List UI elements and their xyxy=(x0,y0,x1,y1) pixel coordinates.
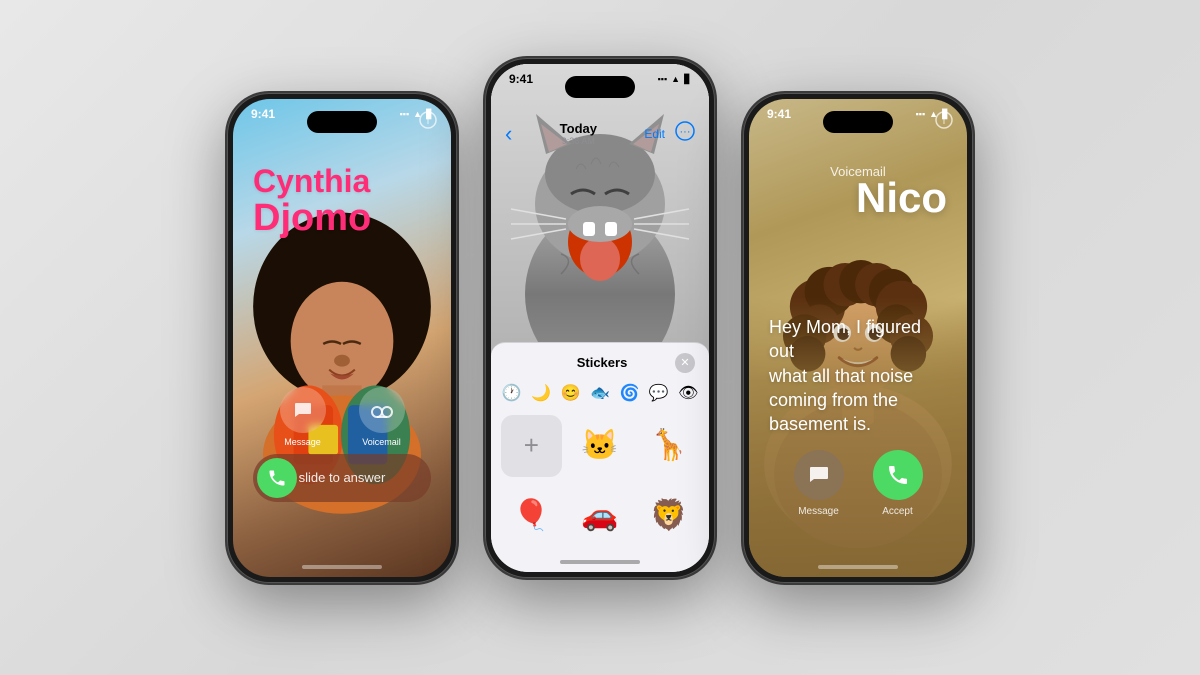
status-time-3: 9:41 xyxy=(767,107,791,121)
message-circle-3[interactable] xyxy=(794,450,844,500)
phones-container: 9:41 ▪▪▪ ▲ ▊ Cynthia Djomo xyxy=(207,58,993,618)
svg-text:···: ··· xyxy=(680,126,691,138)
stickers-categories: 🕐 🌙 😊 🐟 🌀 💬 👁 xyxy=(491,379,709,415)
category-swirl[interactable]: 🌀 xyxy=(619,379,640,407)
message-line-2: what all that noise xyxy=(769,366,913,386)
info-button-3[interactable]: i xyxy=(935,111,953,134)
dynamic-island-3 xyxy=(823,111,893,133)
accept-btn-label: Accept xyxy=(882,506,913,517)
category-bubble[interactable]: 💬 xyxy=(648,379,669,407)
status-time-2: 9:41 xyxy=(509,72,533,86)
voicemail-message-text: Hey Mom, I figured out what all that noi… xyxy=(769,315,947,436)
voicemail-contact-name: Nico xyxy=(856,174,947,222)
nav-subtitle: 9:38 AM xyxy=(562,136,595,146)
category-smile[interactable]: 😊 xyxy=(560,379,581,407)
edit-button[interactable]: Edit xyxy=(644,127,665,141)
home-indicator-3 xyxy=(818,565,898,569)
status-icons-2: ▪▪▪ ▲ ▊ xyxy=(658,74,691,85)
stickers-header: Stickers ✕ xyxy=(491,343,709,379)
phone-2-screen: 9:41 ▪▪▪ ▲ ▊ xyxy=(491,64,709,572)
voicemail-message-btn[interactable]: Message xyxy=(794,450,844,517)
category-night[interactable]: 🌙 xyxy=(530,379,551,407)
voicemail-action-btn[interactable]: Voicemail xyxy=(359,387,405,447)
phone-1-screen: 9:41 ▪▪▪ ▲ ▊ Cynthia Djomo xyxy=(233,99,451,577)
svg-text:i: i xyxy=(943,116,945,127)
category-recent[interactable]: 🕐 xyxy=(501,379,522,407)
message-line-1: Hey Mom, I figured out xyxy=(769,317,921,361)
home-indicator-2 xyxy=(560,560,640,564)
battery-icon-2: ▊ xyxy=(684,74,691,85)
contact-first-name: Cynthia xyxy=(253,164,431,199)
message-line-3: coming from the xyxy=(769,390,898,410)
dynamic-island-2 xyxy=(565,76,635,98)
voicemail-message-area: Hey Mom, I figured out what all that noi… xyxy=(769,315,947,436)
message-circle[interactable] xyxy=(280,387,326,433)
call-action-buttons: Message Voicemail xyxy=(233,387,451,447)
category-fish[interactable]: 🐟 xyxy=(589,379,610,407)
contact-last-name: Djomo xyxy=(253,199,431,237)
sticker-giraffe[interactable]: 🦒 xyxy=(638,415,699,477)
contact-name-area: Cynthia Djomo xyxy=(233,164,451,237)
sticker-cat[interactable]: 🐱 xyxy=(570,415,631,477)
sticker-lion[interactable]: 🦁 xyxy=(638,485,699,547)
voicemail-action-buttons: Message Accept xyxy=(749,450,967,517)
slide-to-answer-bar[interactable]: slide to answer xyxy=(253,454,431,502)
slide-to-answer-text: slide to answer xyxy=(297,470,387,485)
phone-1-incoming-call: 9:41 ▪▪▪ ▲ ▊ Cynthia Djomo xyxy=(227,93,457,583)
voicemail-label: Voicemail xyxy=(362,437,401,447)
message-label: Message xyxy=(284,437,321,447)
signal-icon-2: ▪▪▪ xyxy=(658,74,668,84)
stickers-close-button[interactable]: ✕ xyxy=(675,353,695,373)
stickers-title: Stickers xyxy=(529,355,675,370)
signal-icon: ▪▪▪ xyxy=(400,109,410,119)
close-icon: ✕ xyxy=(680,356,689,369)
sticker-car[interactable]: 🚗 xyxy=(570,485,631,547)
stickers-panel: Stickers ✕ 🕐 🌙 😊 🐟 🌀 💬 👁 xyxy=(491,342,709,572)
back-button[interactable]: ‹ xyxy=(505,121,512,147)
status-time-1: 9:41 xyxy=(251,107,275,121)
add-sticker-button[interactable]: + xyxy=(501,415,562,477)
answer-phone-button[interactable] xyxy=(257,458,297,498)
nav-title: Today xyxy=(560,121,597,136)
sticker-row-1: + 🐱 🦒 xyxy=(491,415,709,477)
category-eye[interactable]: 👁 xyxy=(678,379,699,407)
info-button-1[interactable]: i xyxy=(419,111,437,134)
sticker-balloon[interactable]: 🎈 xyxy=(501,485,562,547)
dynamic-island-1 xyxy=(307,111,377,133)
phone-3-voicemail: 9:41 ▪▪▪ ▲ ▊ xyxy=(743,93,973,583)
message-line-4: basement is. xyxy=(769,414,871,434)
accept-circle[interactable] xyxy=(873,450,923,500)
sticker-row-2: 🎈 🚗 🦁 xyxy=(491,485,709,547)
svg-text:i: i xyxy=(427,116,429,127)
message-action-btn[interactable]: Message xyxy=(280,387,326,447)
voicemail-accept-btn[interactable]: Accept xyxy=(873,450,923,517)
nav-actions: Edit ··· xyxy=(644,121,695,146)
voicemail-circle[interactable] xyxy=(359,387,405,433)
messages-nav: ‹ Today 9:38 AM Edit ··· xyxy=(491,114,709,154)
wifi-icon-2: ▲ xyxy=(671,74,680,84)
signal-icon-3: ▪▪▪ xyxy=(916,109,926,119)
home-indicator-1 xyxy=(302,565,382,569)
more-button[interactable]: ··· xyxy=(675,121,695,146)
message-btn-label: Message xyxy=(798,506,839,517)
nav-center: Today 9:38 AM xyxy=(560,121,597,146)
phone-2-messages: 9:41 ▪▪▪ ▲ ▊ xyxy=(485,58,715,578)
phone-3-screen: 9:41 ▪▪▪ ▲ ▊ xyxy=(749,99,967,577)
